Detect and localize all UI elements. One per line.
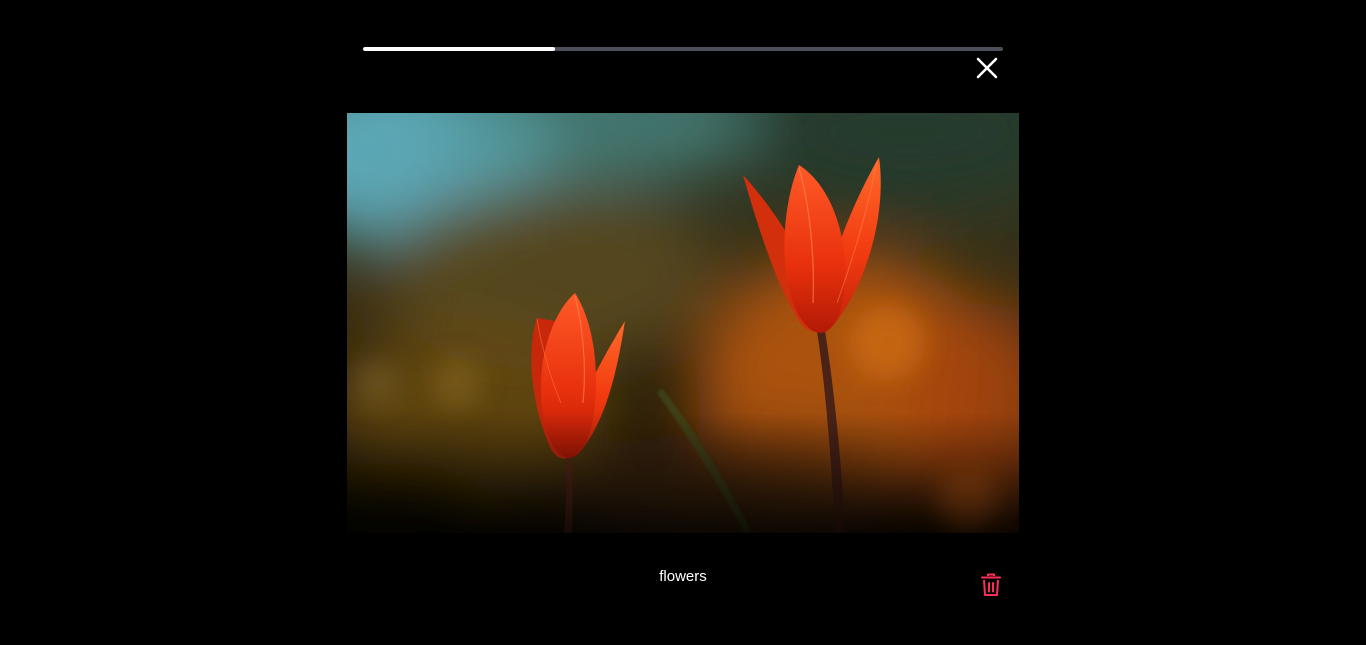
story-viewer: flowers — [0, 0, 1366, 645]
story-progress-bar — [363, 47, 1003, 51]
story-caption: flowers — [659, 568, 707, 585]
close-icon — [976, 57, 998, 79]
tulips-photo — [347, 113, 1019, 533]
close-button[interactable] — [972, 53, 1002, 83]
story-progress-fill — [363, 47, 555, 51]
trash-icon — [981, 573, 1001, 596]
delete-button[interactable] — [978, 572, 1004, 598]
story-image[interactable] — [347, 113, 1019, 533]
